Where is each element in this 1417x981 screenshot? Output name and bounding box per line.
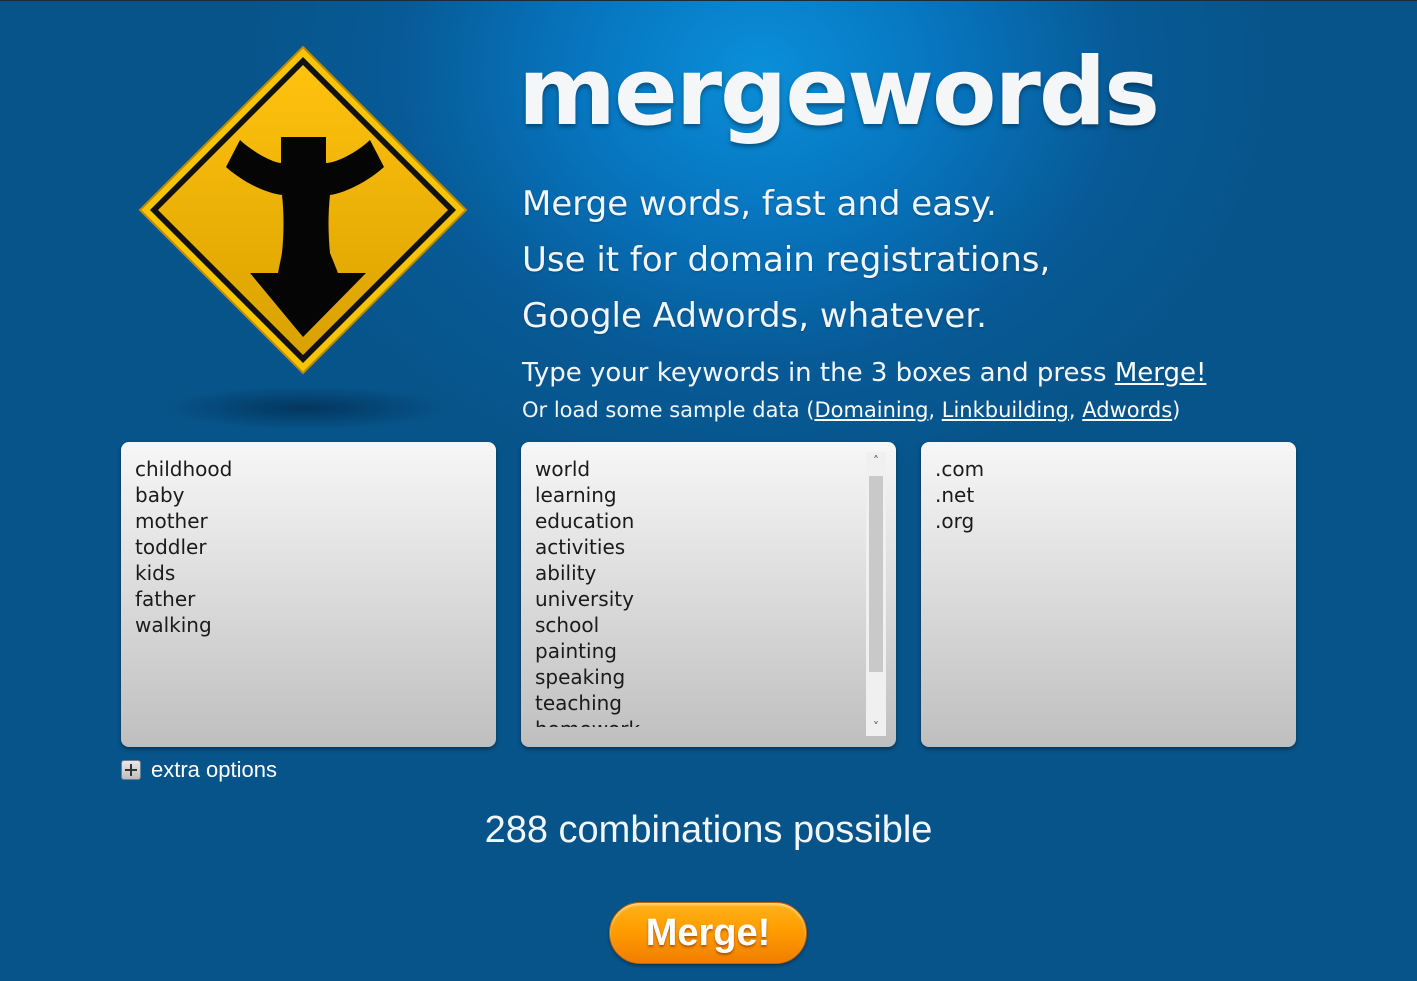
merge-road-sign-icon (138, 45, 468, 375)
scroll-down-arrow-icon[interactable]: ˅ (866, 718, 886, 736)
list-item: .net (935, 483, 975, 507)
list-item: homework (535, 716, 862, 727)
keyword-list-2: world learning education activities abil… (535, 456, 862, 727)
list-item: speaking (535, 665, 626, 689)
plus-icon[interactable] (121, 760, 141, 780)
list-item: father (135, 587, 196, 611)
sample-prefix: Or load some sample data ( (522, 398, 815, 422)
list-item: university (535, 587, 634, 611)
scrollbar-thumb[interactable] (869, 476, 883, 672)
sample-separator: , (928, 398, 942, 422)
merge-link[interactable]: Merge! (1115, 358, 1207, 388)
list-item: baby (135, 483, 185, 507)
list-item: childhood (135, 457, 233, 481)
list-item: painting (535, 639, 617, 663)
list-item: ability (535, 561, 597, 585)
sample-separator: , (1068, 398, 1083, 422)
extra-options-toggle[interactable]: extra options (121, 757, 277, 783)
extra-options-label: extra options (151, 757, 277, 782)
tagline-3: Google Adwords, whatever. (522, 296, 987, 336)
keyword-list-3: .com .net .org (935, 456, 1282, 534)
keyword-box-2[interactable]: world learning education activities abil… (521, 442, 896, 747)
scroll-up-arrow-icon[interactable]: ˄ (866, 452, 886, 470)
list-item: learning (535, 483, 617, 507)
list-item: walking (135, 613, 212, 637)
keyword-box-3[interactable]: .com .net .org (921, 442, 1296, 747)
list-item: toddler (135, 535, 207, 559)
list-item: .org (935, 509, 975, 533)
list-item: school (535, 613, 600, 637)
sample-link-adwords[interactable]: Adwords (1082, 398, 1172, 422)
page-title: mergewords (518, 38, 1160, 147)
list-item: kids (135, 561, 176, 585)
list-item: mother (135, 509, 208, 533)
keyword-list-1: childhood baby mother toddler kids fathe… (135, 456, 482, 638)
sample-suffix: ) (1172, 398, 1181, 422)
combinations-count: 288 combinations possible (484, 809, 933, 851)
sample-link-domaining[interactable]: Domaining (814, 398, 928, 422)
vertical-scrollbar[interactable]: ˄ ˅ (866, 452, 886, 736)
list-item: .com (935, 457, 985, 481)
list-item: activities (535, 535, 626, 559)
sample-link-linkbuilding[interactable]: Linkbuilding (942, 398, 1069, 422)
instruction-text: Type your keywords in the 3 boxes and pr… (522, 358, 1206, 388)
merge-button[interactable]: Merge! (609, 902, 807, 964)
keyword-list-viewport: world learning education activities abil… (535, 456, 862, 727)
tagline-1: Merge words, fast and easy. (522, 184, 997, 224)
sample-data-text: Or load some sample data (Domaining, Lin… (522, 398, 1180, 422)
tagline-2: Use it for domain registrations, (522, 240, 1051, 280)
list-item: world (535, 457, 591, 481)
keyword-box-1[interactable]: childhood baby mother toddler kids fathe… (121, 442, 496, 747)
instruction-prefix: Type your keywords in the 3 boxes and pr… (522, 358, 1115, 388)
list-item: education (535, 509, 635, 533)
list-item: teaching (535, 691, 623, 715)
logo-shadow (160, 386, 450, 430)
